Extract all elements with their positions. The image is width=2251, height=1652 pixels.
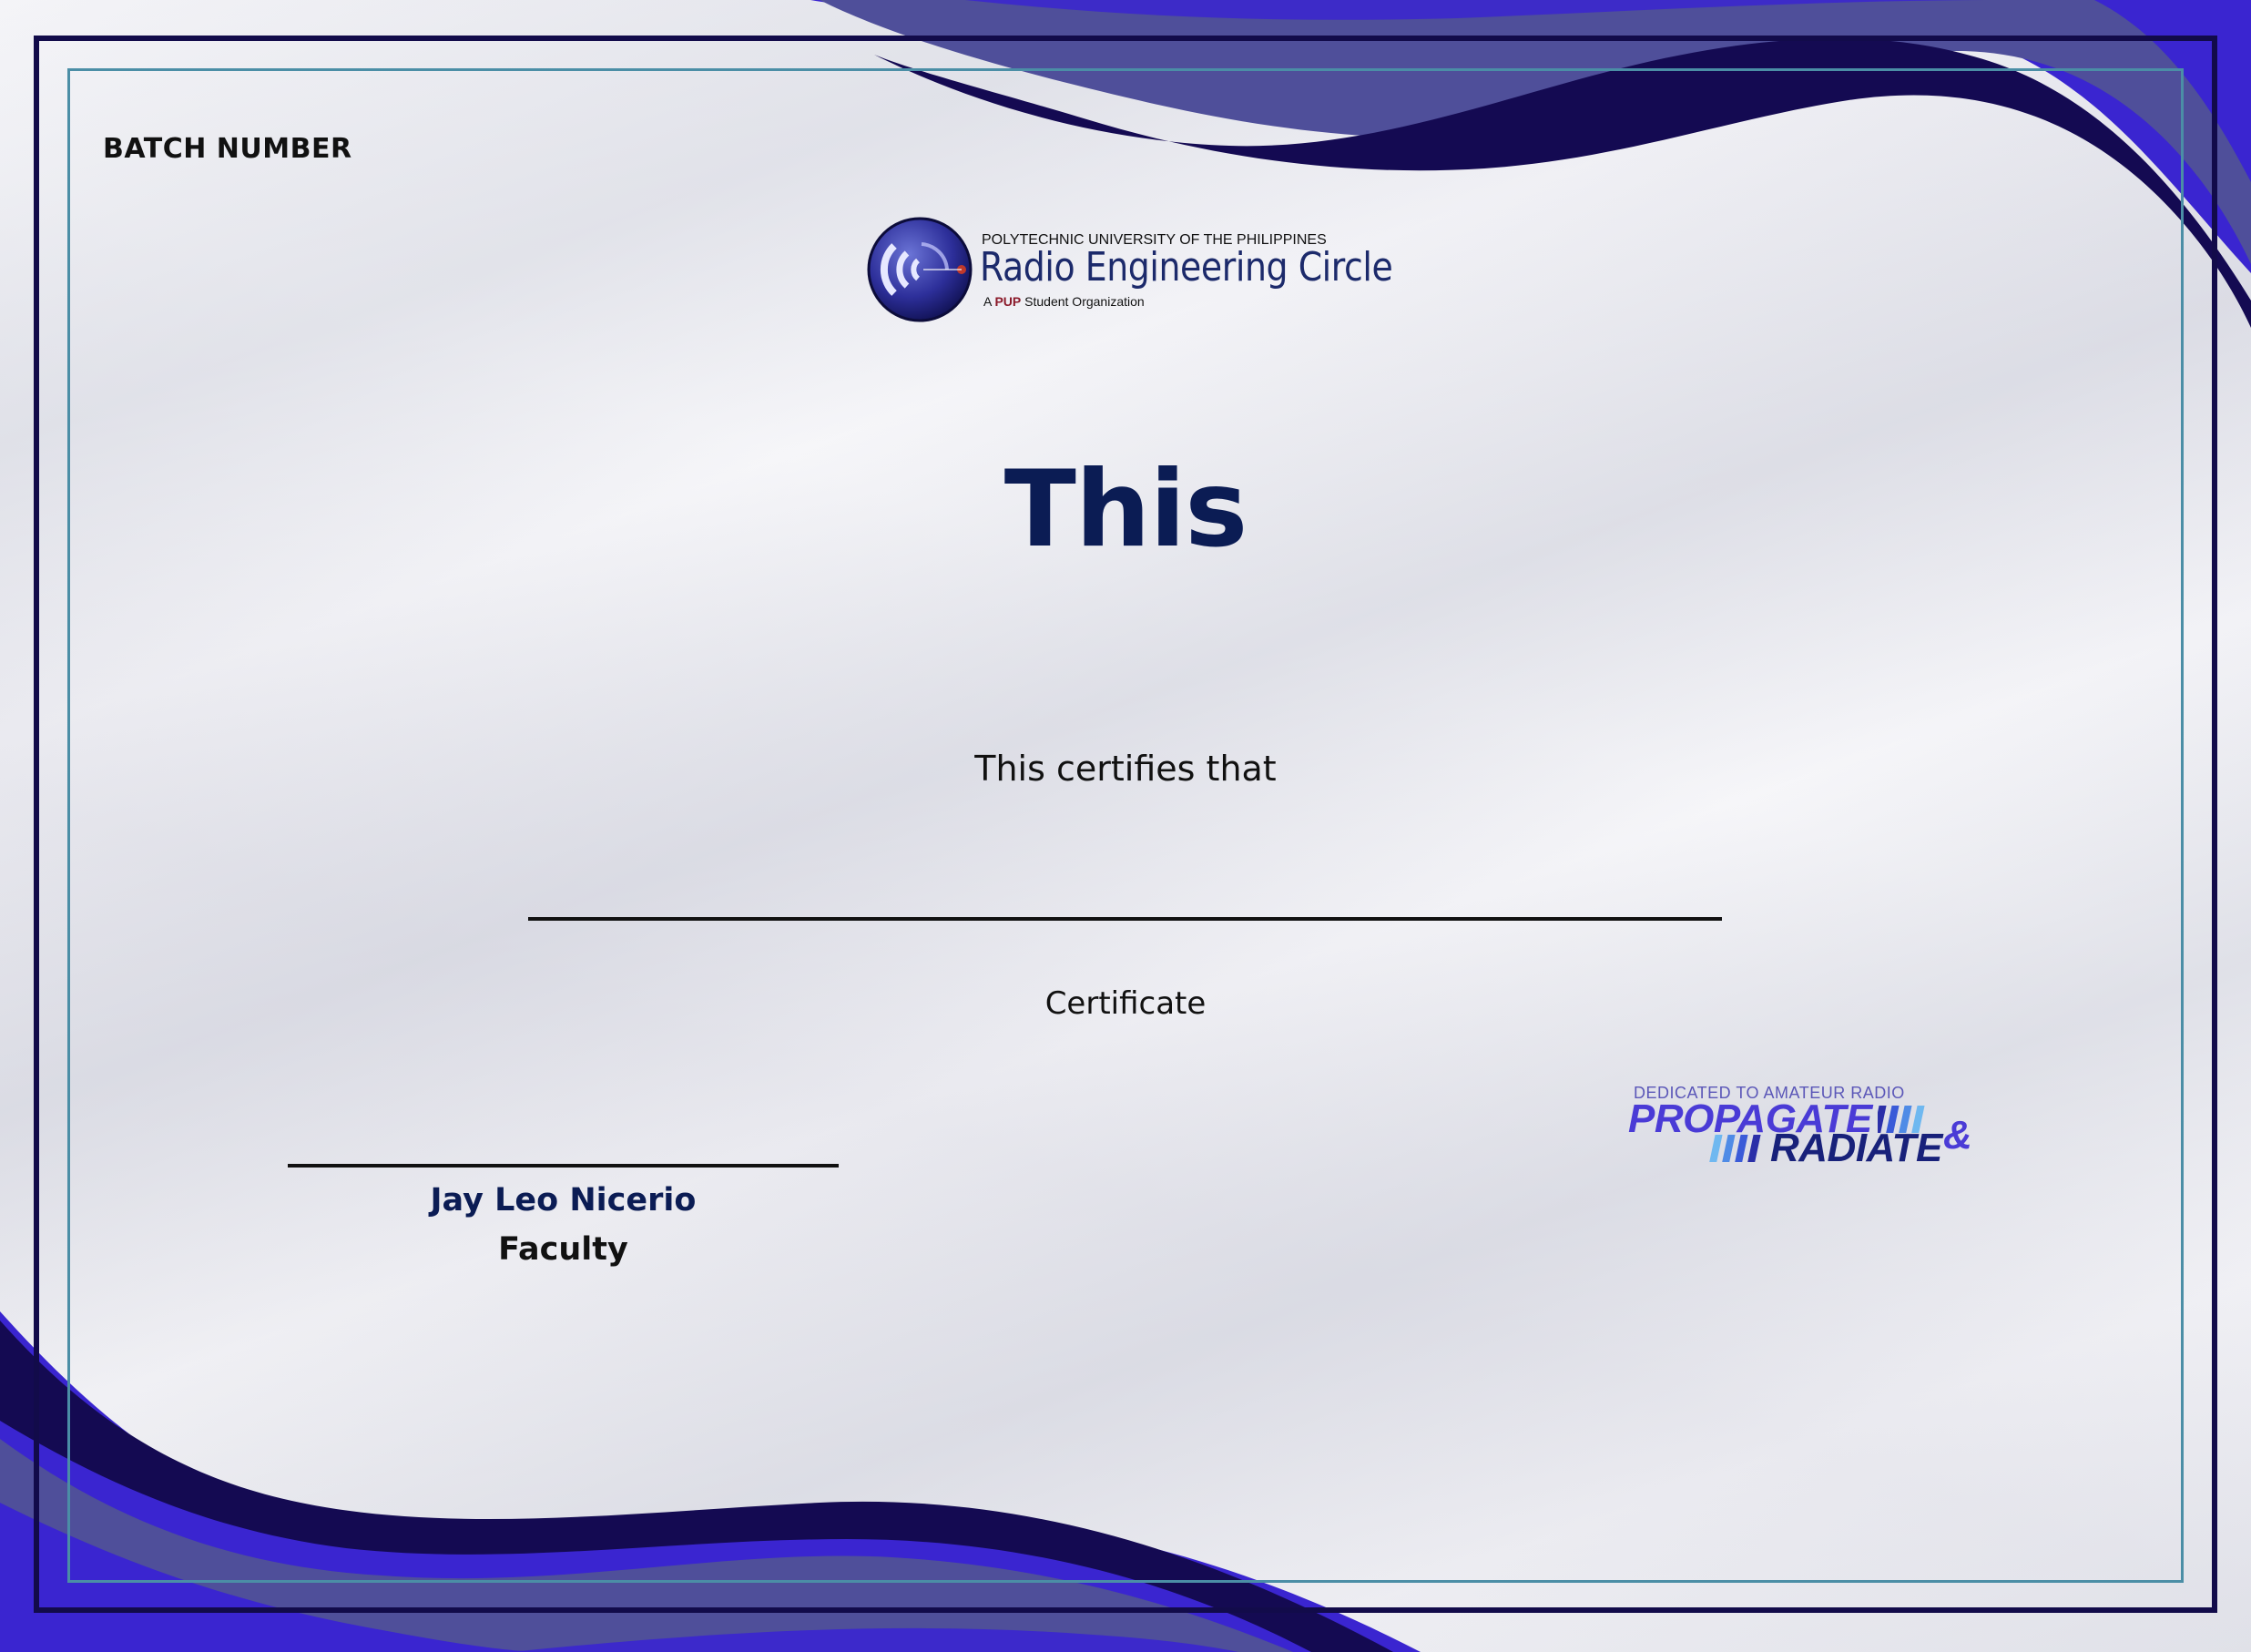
organization-tagline: A PUP Student Organization — [983, 294, 1145, 309]
event-ampersand: & — [1943, 1113, 1972, 1157]
certificate-label: Certificate — [1044, 985, 1207, 1022]
signatory-name: Jay Leo Nicerio — [430, 1182, 697, 1219]
certificate-title: This — [1003, 448, 1248, 571]
certifies-text: This certifies that — [974, 749, 1277, 789]
signature-line — [288, 1164, 839, 1168]
organization-name: Radio Engineering Circle — [980, 244, 1393, 291]
signal-bars-left-icon — [1709, 1135, 1761, 1162]
certificate-page: BATCH NUMBER POLYTECHNIC UNIVERSITY OF T… — [0, 0, 2251, 1652]
organization-logo: POLYTECHNIC UNIVERSITY OF THE PHILIPPINE… — [867, 217, 1395, 326]
signatory-role: Faculty — [498, 1231, 628, 1268]
recipient-name-line — [528, 917, 1722, 921]
propagate-radiate-logo: DEDICATED TO AMATEUR RADIO PROPAGATE RAD… — [1626, 1082, 1991, 1170]
radio-circle-seal-icon — [867, 217, 973, 322]
batch-number-label: BATCH NUMBER — [103, 133, 352, 165]
event-word-radiate: RADIATE — [1770, 1126, 1942, 1170]
